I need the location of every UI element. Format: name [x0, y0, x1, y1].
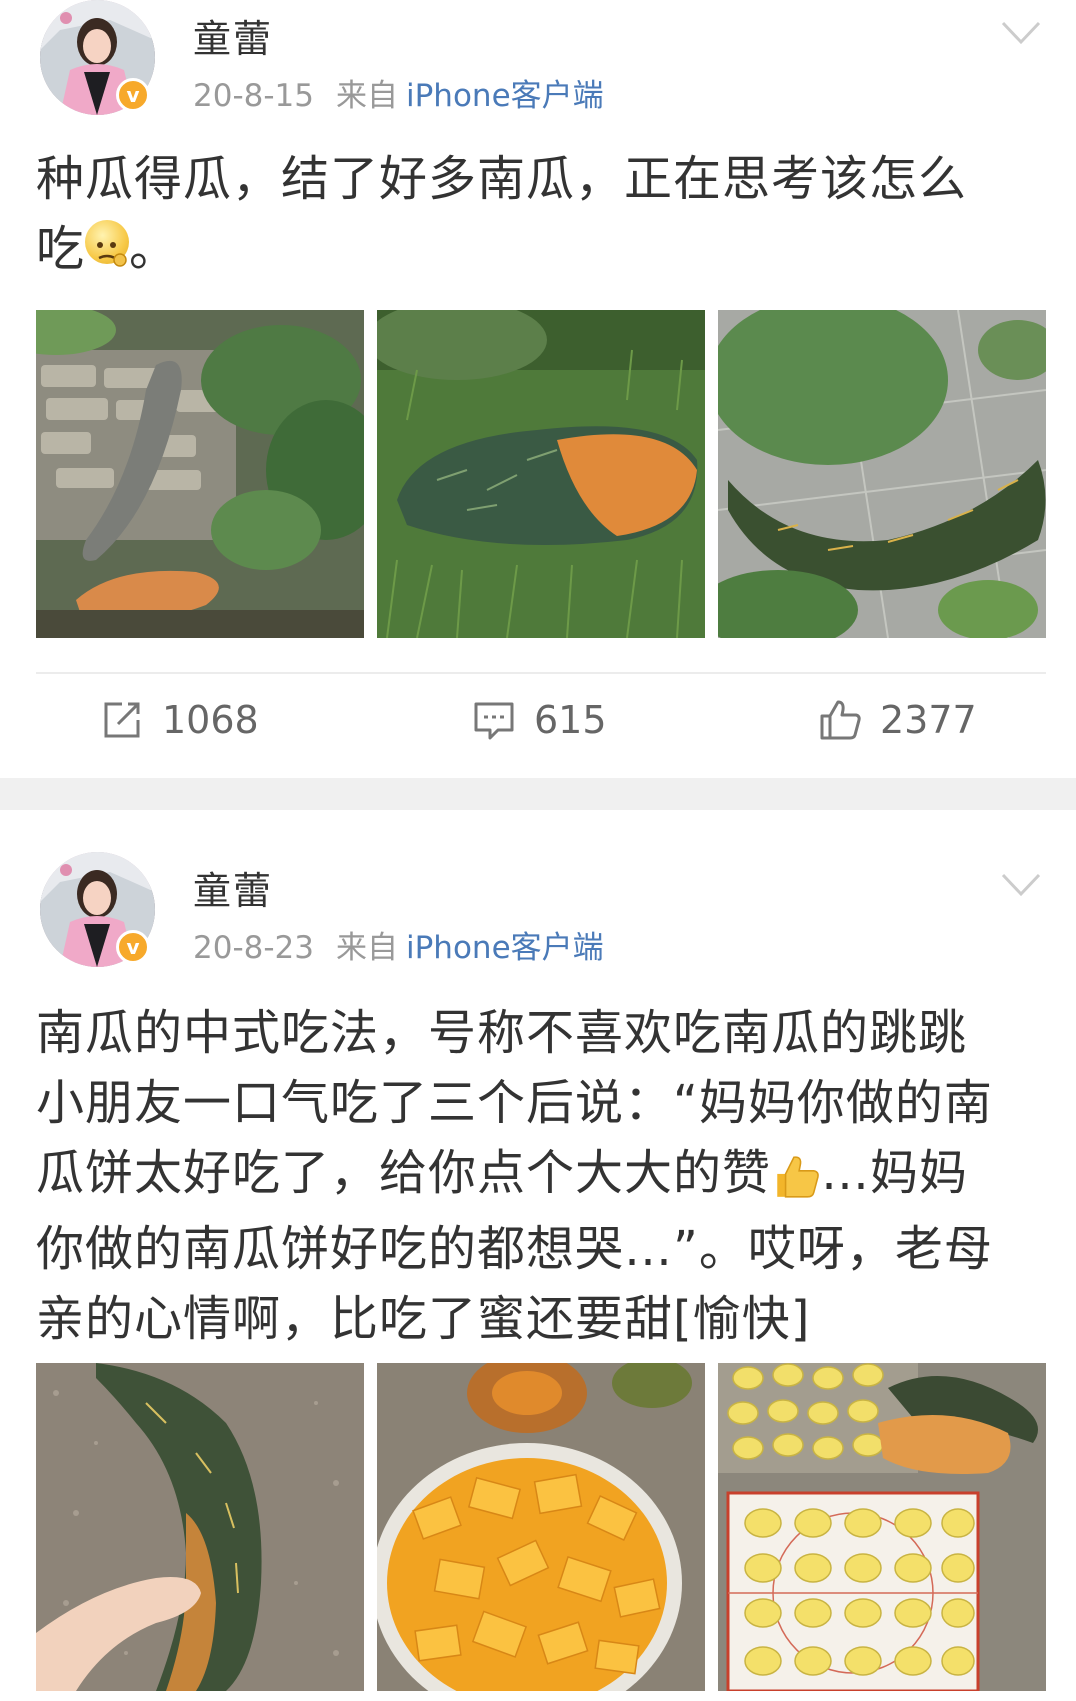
post-separator: [0, 778, 1076, 810]
post-text-line: 瓜饼太好吃了，给你点个大大的赞 …妈妈: [36, 1138, 1046, 1214]
thumbs-up-emoji-icon: [771, 1154, 821, 1203]
repost-icon: [104, 702, 140, 738]
post-text-line: 你做的南瓜饼好吃的都想哭…”。哎呀，老母: [36, 1221, 993, 1277]
post-text: 南瓜的中式吃法，号称不喜欢吃南瓜的跳跳 小朋友一口气吃了三个后说：“妈妈你做的南…: [36, 998, 1046, 1354]
post-text-fragment: 瓜饼太好吃了，给你点个大大的赞: [36, 1145, 772, 1201]
photo-pumpkin-under-leaves[interactable]: [718, 310, 1046, 638]
photo-pumpkin-in-grass[interactable]: [377, 310, 705, 638]
thinking-emoji-icon: [85, 220, 130, 267]
post-text-fragment: 吃: [36, 221, 86, 277]
photo-pumpkin-cakes-on-mat[interactable]: [718, 1363, 1046, 1691]
like-count: 2377: [880, 698, 977, 742]
weibo-post-2: v 童蕾 20-8-23 来自 iPhone客户端 南瓜的中式吃法，号称不喜欢吃南瓜…: [0, 810, 1076, 1701]
photo-grid: [36, 1363, 1046, 1691]
repost-count: 1068: [162, 698, 259, 742]
photo-pumpkins-by-stone-wall[interactable]: [36, 310, 364, 638]
post-text-line: 种瓜得瓜，结了好多南瓜，正在思考该怎么: [36, 151, 968, 207]
thumbs-up-icon: [820, 700, 861, 740]
client-link[interactable]: iPhone客户端: [406, 78, 604, 114]
chevron-down-icon[interactable]: [1000, 20, 1042, 46]
post-date: 20-8-23: [193, 930, 314, 966]
divider: [36, 672, 1046, 674]
post-date: 20-8-15: [193, 78, 314, 114]
photo-pumpkin-held-in-hand[interactable]: [36, 1363, 364, 1691]
post-text-line: 南瓜的中式吃法，号称不喜欢吃南瓜的跳跳: [36, 1005, 968, 1061]
source-prefix: 来自: [336, 930, 398, 966]
post-text-line: 小朋友一口气吃了三个后说：“妈妈你做的南: [36, 1075, 993, 1131]
comment-icon: [474, 702, 514, 740]
post-text-fragment: …妈妈: [821, 1145, 969, 1201]
weibo-post-1: v 童蕾 20-8-15 来自 iPhone客户端 种瓜得瓜，结了好多南瓜，正在思考…: [0, 0, 1076, 778]
action-bar: 1068 615 2377: [0, 698, 1076, 758]
client-link[interactable]: iPhone客户端: [406, 930, 604, 966]
like-button[interactable]: 2377: [818, 698, 977, 742]
photo-grid: [36, 310, 1046, 638]
verified-badge: v: [116, 930, 150, 964]
post-text: 种瓜得瓜，结了好多南瓜，正在思考该怎么 吃。: [36, 144, 1046, 284]
comment-count: 615: [534, 698, 607, 742]
comment-button[interactable]: 615: [472, 698, 607, 742]
post-text-line: 吃。: [36, 214, 1046, 284]
photo-diced-pumpkin-bowl[interactable]: [377, 1363, 705, 1691]
verified-badge: v: [116, 78, 150, 112]
post-meta: 20-8-15 来自 iPhone客户端: [193, 70, 604, 115]
username[interactable]: 童蕾: [193, 8, 273, 63]
post-text-line: 亲的心情啊，比吃了蜜还要甜[愉快]: [36, 1291, 811, 1347]
post-meta: 20-8-23 来自 iPhone客户端: [193, 922, 604, 967]
post-text-fragment: 。: [129, 221, 179, 277]
repost-button[interactable]: 1068: [100, 698, 259, 742]
chevron-down-icon[interactable]: [1000, 872, 1042, 898]
source-prefix: 来自: [336, 78, 398, 114]
username[interactable]: 童蕾: [193, 860, 273, 915]
